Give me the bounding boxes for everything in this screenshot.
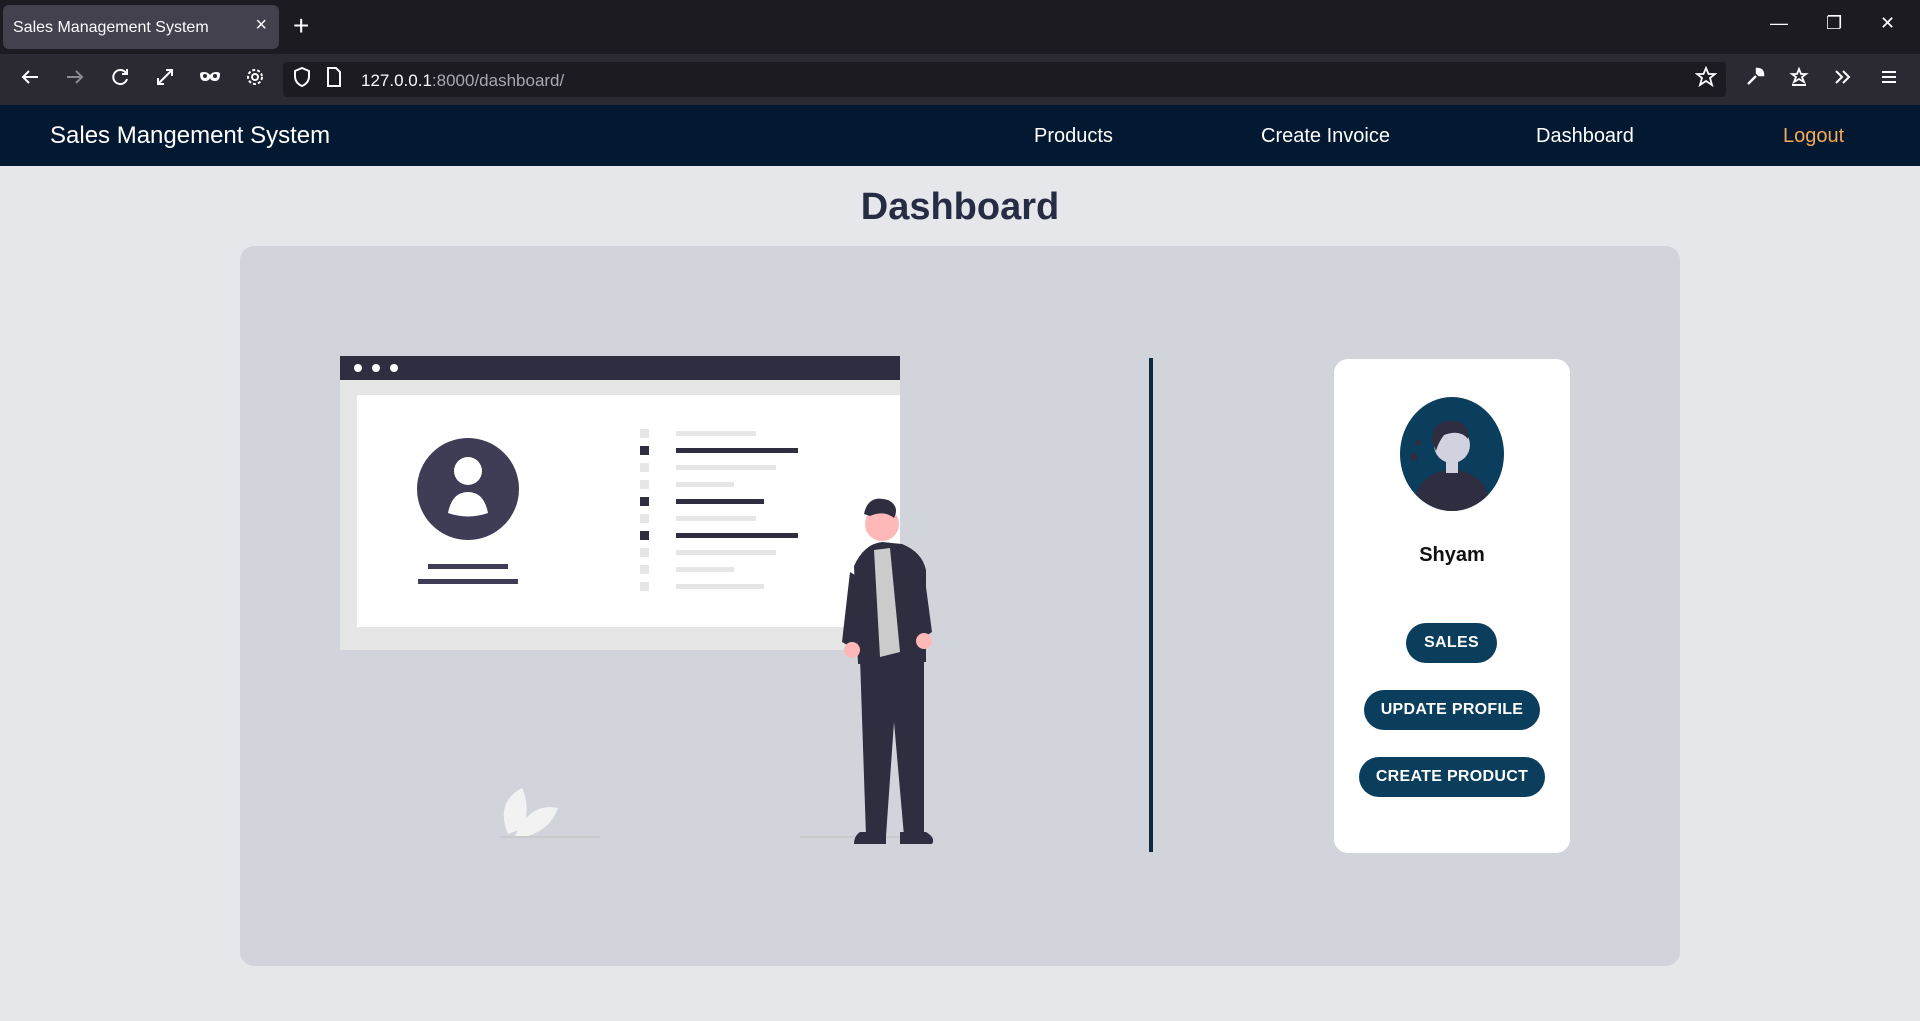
illustration-window-titlebar: [340, 356, 900, 380]
nav-dashboard[interactable]: Dashboard: [1536, 125, 1634, 148]
nav-create-invoice[interactable]: Create Invoice: [1261, 125, 1390, 148]
browser-tab[interactable]: Sales Management System ×: [3, 5, 279, 49]
restore-icon[interactable]: ❐: [1826, 14, 1842, 32]
extension-star-icon[interactable]: [1786, 66, 1812, 92]
illustration-avatar-icon: [417, 438, 519, 540]
fullscreen-icon[interactable]: [152, 66, 178, 92]
new-tab-icon[interactable]: +: [293, 12, 309, 40]
profile-card: Shyam SALES UPDATE PROFILE CREATE PRODUC…: [1334, 359, 1570, 853]
page-title: Dashboard: [860, 186, 1060, 228]
bookmark-star-icon[interactable]: [1693, 65, 1719, 92]
tab-close-icon[interactable]: ×: [255, 15, 267, 35]
reload-icon[interactable]: [107, 66, 133, 92]
private-mask-icon[interactable]: [197, 66, 223, 92]
tab-title: Sales Management System: [13, 19, 209, 36]
brand-title[interactable]: Sales Mangement System: [50, 122, 330, 150]
nav-logout[interactable]: Logout: [1783, 125, 1844, 148]
url-host: 127.0.0.1: [361, 71, 432, 90]
back-arrow-icon[interactable]: [17, 66, 43, 92]
url-path: :8000/dashboard/: [431, 71, 565, 90]
profile-username: Shyam: [1419, 544, 1485, 566]
minimize-icon[interactable]: —: [1770, 14, 1788, 32]
site-header: Sales Mangement System Products Create I…: [0, 105, 1920, 166]
dashboard-illustration: [340, 356, 900, 838]
wrench-icon[interactable]: [1742, 66, 1768, 92]
vertical-divider: [1149, 358, 1153, 852]
browser-toolbar: 127.0.0.1:8000/dashboard/: [0, 54, 1920, 105]
settings-gear-icon[interactable]: [242, 66, 268, 92]
update-profile-button[interactable]: UPDATE PROFILE: [1364, 690, 1540, 730]
url-text[interactable]: 127.0.0.1:8000/dashboard/: [361, 71, 564, 91]
dashboard-panel: Shyam SALES UPDATE PROFILE CREATE PRODUC…: [240, 246, 1680, 966]
browser-tab-bar: Sales Management System × + — ❐ ✕: [0, 0, 1920, 54]
shield-icon[interactable]: [289, 66, 315, 92]
page-icon: [321, 66, 347, 92]
create-product-button[interactable]: CREATE PRODUCT: [1359, 757, 1545, 797]
overflow-chevrons-icon[interactable]: [1830, 66, 1856, 92]
nav-products[interactable]: Products: [1034, 125, 1113, 148]
illustration-person: [842, 498, 934, 844]
window-close-icon[interactable]: ✕: [1880, 14, 1895, 32]
address-bar[interactable]: 127.0.0.1:8000/dashboard/: [283, 62, 1726, 97]
forward-arrow-icon[interactable]: [62, 66, 88, 92]
hamburger-menu-icon[interactable]: [1876, 66, 1902, 92]
sales-button[interactable]: SALES: [1406, 623, 1497, 663]
user-avatar: [1400, 397, 1504, 511]
